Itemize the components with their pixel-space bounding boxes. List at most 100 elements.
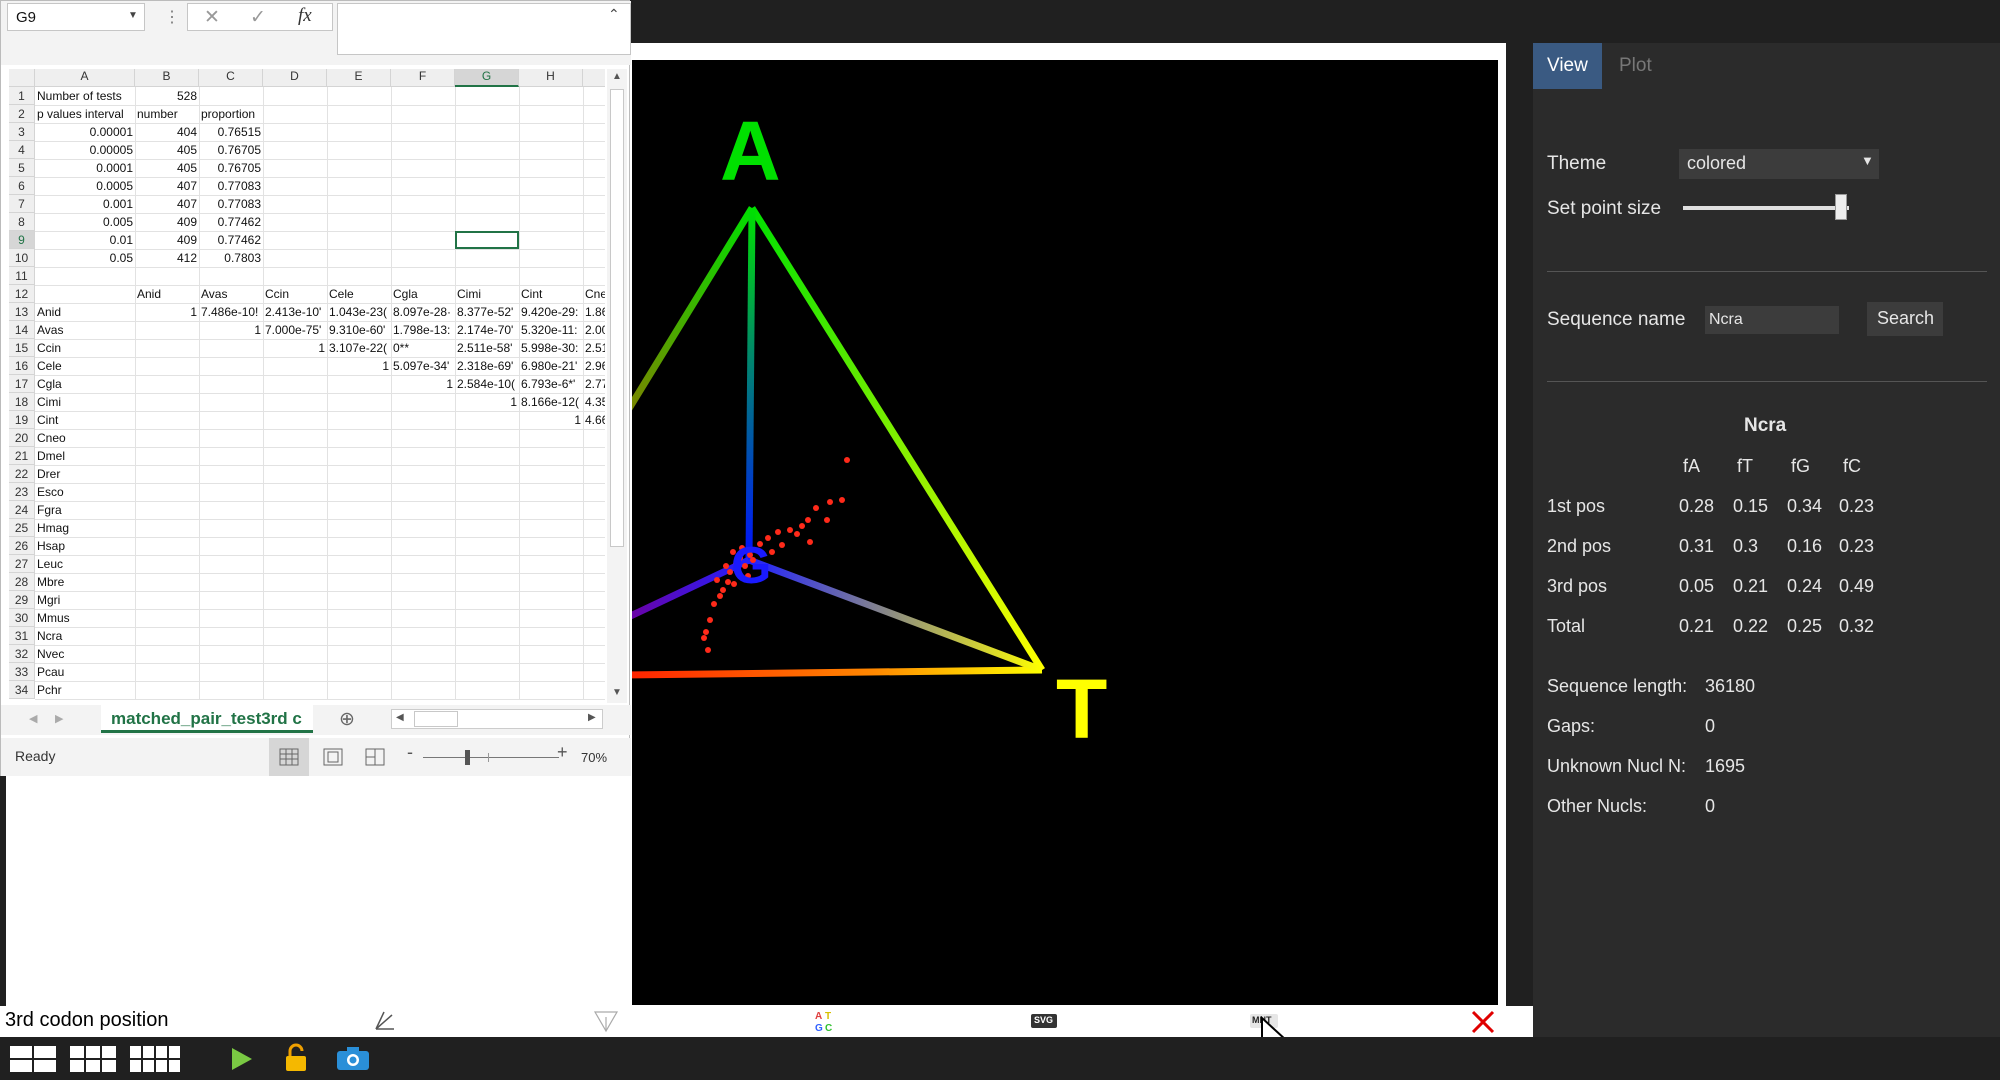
row-header[interactable]: 24 <box>9 501 35 519</box>
cell[interactable]: 407 <box>137 177 197 195</box>
cell[interactable] <box>393 447 453 465</box>
cell[interactable] <box>457 591 517 609</box>
cell[interactable] <box>329 411 389 429</box>
cell[interactable] <box>137 483 197 501</box>
play-icon[interactable] <box>226 1045 256 1073</box>
row-header[interactable]: 15 <box>9 339 35 357</box>
cell[interactable] <box>393 627 453 645</box>
cell[interactable]: Fgra <box>37 501 133 519</box>
cell[interactable]: Cgla <box>37 375 133 393</box>
cell[interactable]: 1.043e-23( <box>329 303 389 321</box>
cell[interactable]: Mmus <box>37 609 133 627</box>
zoom-in-icon[interactable]: + <box>557 742 568 763</box>
cell[interactable] <box>329 501 389 519</box>
cell[interactable] <box>393 609 453 627</box>
cell[interactable] <box>201 465 261 483</box>
cell[interactable] <box>265 519 325 537</box>
cell[interactable] <box>521 501 581 519</box>
cell[interactable]: Cele <box>329 285 389 303</box>
cell[interactable] <box>585 519 605 537</box>
cell[interactable] <box>265 123 325 141</box>
cell[interactable] <box>329 123 389 141</box>
cell[interactable] <box>329 681 389 699</box>
cell[interactable] <box>329 87 389 105</box>
cell[interactable] <box>37 267 133 285</box>
select-all-corner[interactable] <box>9 69 35 87</box>
row-header[interactable]: 7 <box>9 195 35 213</box>
cell[interactable]: 0.7803 <box>201 249 261 267</box>
cell[interactable] <box>585 105 605 123</box>
cell[interactable] <box>137 411 197 429</box>
cell[interactable] <box>393 465 453 483</box>
row-header[interactable]: 26 <box>9 537 35 555</box>
cell[interactable] <box>521 87 581 105</box>
cell[interactable] <box>265 465 325 483</box>
cell[interactable] <box>393 501 453 519</box>
cell[interactable] <box>521 105 581 123</box>
cell[interactable]: Ccin <box>37 339 133 357</box>
cell[interactable]: Cgla <box>393 285 453 303</box>
scroll-down-icon[interactable]: ▼ <box>612 687 622 698</box>
cell[interactable]: Avas <box>37 321 133 339</box>
fx-icon[interactable]: fx <box>298 5 312 27</box>
cell[interactable]: 0.05 <box>37 249 133 267</box>
cell[interactable] <box>393 159 453 177</box>
cell[interactable] <box>521 663 581 681</box>
cell[interactable] <box>201 357 261 375</box>
cell[interactable] <box>585 591 605 609</box>
cell[interactable] <box>521 123 581 141</box>
cell[interactable] <box>457 537 517 555</box>
cell[interactable] <box>393 645 453 663</box>
cell[interactable]: 0.77083 <box>201 177 261 195</box>
cell[interactable]: 0.76705 <box>201 141 261 159</box>
cell[interactable] <box>393 249 453 267</box>
cell[interactable] <box>329 447 389 465</box>
column-header[interactable]: F <box>391 69 455 87</box>
cell[interactable] <box>265 231 325 249</box>
cell[interactable]: Pchr <box>37 681 133 699</box>
cell[interactable]: 2.413e-10' <box>265 303 325 321</box>
cell[interactable] <box>585 501 605 519</box>
cell[interactable] <box>265 267 325 285</box>
cell[interactable] <box>265 609 325 627</box>
row-header[interactable]: 18 <box>9 393 35 411</box>
cell[interactable]: Esco <box>37 483 133 501</box>
cell[interactable]: Nvec <box>37 645 133 663</box>
cell[interactable]: 1.86( <box>585 303 605 321</box>
tetrahedron-icon[interactable] <box>593 1009 619 1033</box>
cell[interactable] <box>329 429 389 447</box>
cell[interactable] <box>201 87 261 105</box>
cell[interactable] <box>329 483 389 501</box>
cell[interactable] <box>265 501 325 519</box>
row-header[interactable]: 34 <box>9 681 35 699</box>
row-header[interactable]: 4 <box>9 141 35 159</box>
cell[interactable] <box>201 573 261 591</box>
cell[interactable] <box>265 429 325 447</box>
cell[interactable]: Ncra <box>37 627 133 645</box>
cell[interactable] <box>265 411 325 429</box>
cell[interactable] <box>329 213 389 231</box>
cell[interactable] <box>137 663 197 681</box>
cell[interactable]: p values interval <box>37 105 133 123</box>
cell[interactable] <box>265 537 325 555</box>
cell[interactable] <box>201 447 261 465</box>
cell[interactable]: 0.00005 <box>37 141 133 159</box>
cell[interactable]: 2.96 <box>585 357 605 375</box>
cell[interactable] <box>457 663 517 681</box>
cell[interactable] <box>521 645 581 663</box>
grid-6-icon[interactable] <box>70 1046 116 1072</box>
cell[interactable] <box>457 519 517 537</box>
cell[interactable] <box>329 105 389 123</box>
cell[interactable]: Mbre <box>37 573 133 591</box>
column-header[interactable] <box>583 69 605 87</box>
cell[interactable] <box>137 447 197 465</box>
cell[interactable] <box>521 249 581 267</box>
cell[interactable]: 9.420e-29: <box>521 303 581 321</box>
column-header[interactable]: H <box>519 69 583 87</box>
cell[interactable] <box>457 411 517 429</box>
cell[interactable]: 412 <box>137 249 197 267</box>
cell[interactable] <box>393 105 453 123</box>
cell[interactable] <box>137 681 197 699</box>
sequence-name-input[interactable]: Ncra <box>1705 306 1839 334</box>
cell[interactable] <box>201 429 261 447</box>
